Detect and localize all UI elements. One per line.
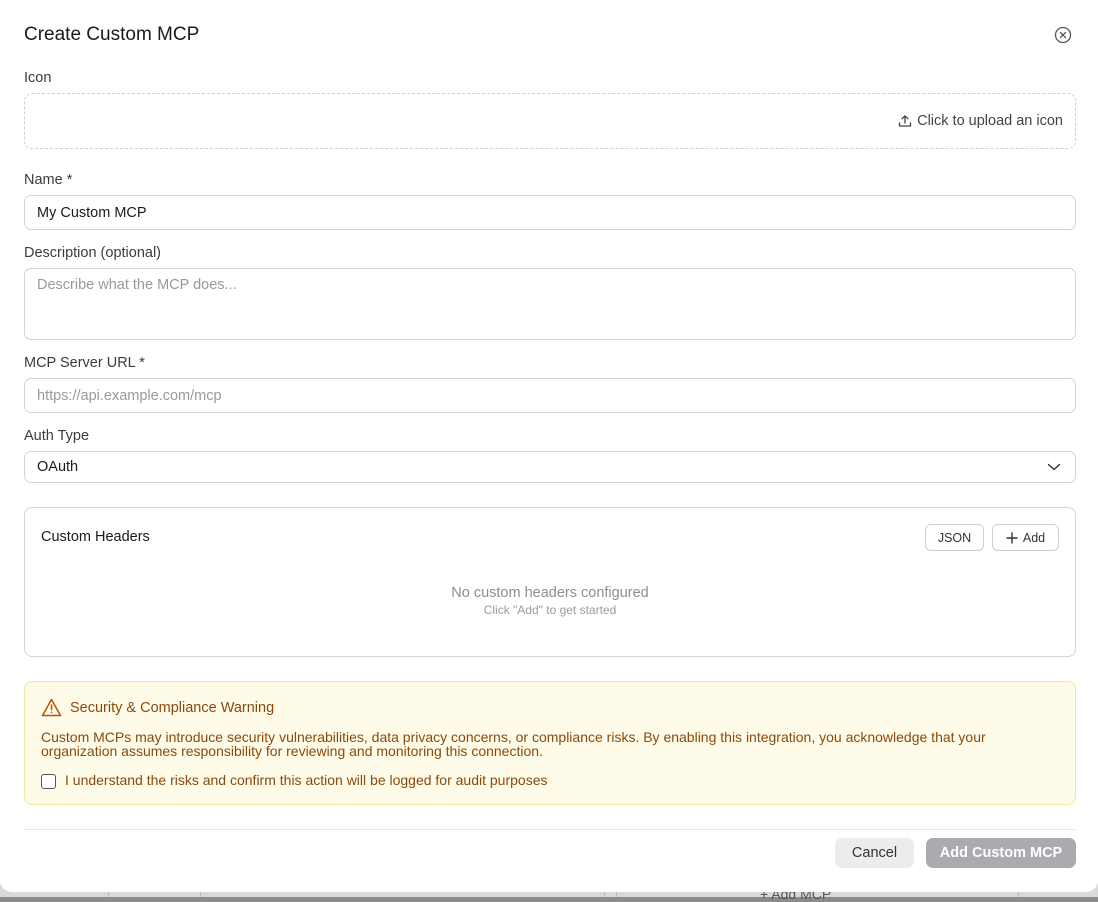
warning-header: Security & Compliance Warning	[41, 698, 274, 717]
json-button[interactable]: JSON	[925, 524, 984, 551]
url-label: MCP Server URL *	[24, 355, 145, 371]
upload-icon	[898, 115, 912, 127]
server-url-input[interactable]: https://api.example.com/mcp	[24, 378, 1076, 413]
empty-state-hint: Click "Add" to get started	[483, 603, 617, 617]
name-input[interactable]: My Custom MCP	[24, 195, 1076, 230]
description-placeholder: Describe what the MCP does...	[37, 277, 237, 293]
warning-triangle-icon	[41, 698, 62, 717]
warning-title: Security & Compliance Warning	[70, 699, 275, 716]
security-warning-panel: Security & Compliance Warning Custom MCP…	[24, 681, 1076, 805]
plus-icon	[1006, 531, 1018, 544]
add-custom-mcp-button[interactable]: Add Custom MCP	[926, 838, 1076, 868]
description-label: Description (optional)	[24, 245, 162, 261]
custom-headers-panel: Custom Headers JSON Add No custom header…	[24, 507, 1076, 657]
auth-type-label: Auth Type	[24, 428, 90, 444]
close-circle-icon	[1054, 26, 1072, 44]
server-url-placeholder: https://api.example.com/mcp	[37, 387, 222, 404]
dialog-title: Create Custom MCP	[24, 24, 200, 45]
auth-type-value: OAuth	[37, 459, 79, 475]
acknowledge-row: I understand the risks and confirm this …	[41, 770, 548, 789]
create-custom-mcp-dialog: Create Custom MCP Icon Click to upload a…	[0, 0, 1098, 892]
auth-type-select[interactable]: OAuth	[24, 451, 1076, 483]
add-header-label: Add	[1022, 530, 1046, 545]
chevron-down-icon	[1047, 463, 1061, 471]
icon-label: Icon	[24, 70, 52, 86]
custom-headers-title: Custom Headers	[41, 529, 150, 545]
empty-state-title: No custom headers configured	[451, 585, 649, 601]
acknowledge-label[interactable]: I understand the risks and confirm this …	[65, 772, 548, 788]
add-custom-mcp-label: Add Custom MCP	[939, 845, 1063, 861]
icon-upload-dropzone[interactable]: Click to upload an icon	[24, 93, 1076, 149]
upload-prompt: Click to upload an icon	[898, 113, 1063, 129]
footer-divider	[24, 829, 1076, 830]
add-header-button[interactable]: Add	[992, 524, 1059, 551]
description-textarea[interactable]: Describe what the MCP does...	[24, 268, 1076, 340]
cancel-button-label: Cancel	[851, 845, 898, 861]
json-button-label: JSON	[937, 530, 972, 545]
warning-body: Custom MCPs may introduce security vulne…	[41, 729, 986, 759]
cancel-button[interactable]: Cancel	[835, 838, 914, 868]
name-input-value: My Custom MCP	[37, 204, 147, 221]
close-button[interactable]	[1054, 26, 1072, 44]
upload-text: Click to upload an icon	[917, 113, 1063, 129]
acknowledge-checkbox[interactable]	[41, 774, 56, 789]
name-label: Name *	[24, 172, 73, 188]
